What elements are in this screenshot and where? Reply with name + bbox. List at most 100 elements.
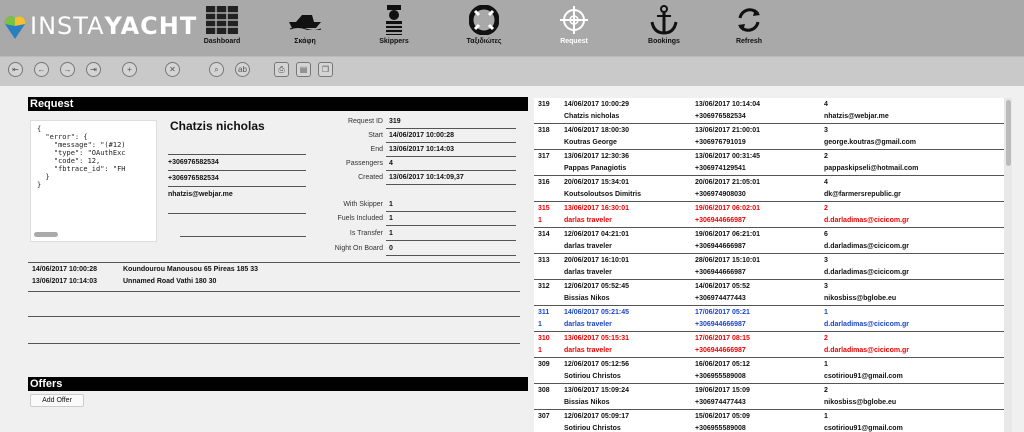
search-icon[interactable]: ⌕	[209, 62, 224, 77]
customer-email: nhatzis@webjar.me	[168, 191, 233, 198]
list-row[interactable]: 317 13/06/2017 12:30:36 Pappas Panagiotis 1…	[534, 150, 1004, 176]
nav-refresh[interactable]: Refresh	[714, 4, 784, 54]
row-id: 312	[538, 283, 550, 290]
first-record-icon[interactable]: ⇤	[8, 62, 23, 77]
last-record-icon[interactable]: ⇥	[86, 62, 101, 77]
print-icon[interactable]: ⎙	[274, 62, 289, 77]
list-row[interactable]: 319 14/06/2017 10:00:29 Chatzis nicholas 13…	[534, 98, 1004, 124]
list-row[interactable]: 309 12/06/2017 05:12:56 Sotiriou Christos 1…	[534, 358, 1004, 384]
address-text: Unnamed Road Vathi 180 30	[123, 278, 217, 285]
row-passengers: 6	[824, 231, 828, 238]
row-end-date: 28/06/2017 15:10:01	[695, 257, 760, 264]
row-name: Bissias Nikos	[564, 295, 610, 302]
row-phone: +306974477443	[695, 399, 746, 406]
row-passengers: 3	[824, 257, 828, 264]
nav-dashboard-grid[interactable]: Dashboard	[187, 4, 257, 54]
row-phone: +306944666987	[695, 217, 746, 224]
cancel-icon[interactable]: ✕	[165, 62, 180, 77]
field-label: Created	[358, 174, 383, 181]
list-row[interactable]: 318 14/06/2017 18:00:30 Koutras George 13/0…	[534, 124, 1004, 150]
field-value[interactable]: 1	[389, 215, 393, 222]
new-record-icon[interactable]: +	[122, 62, 137, 77]
row-phone: +306976791019	[695, 139, 746, 146]
address-divider	[28, 262, 520, 263]
json-response-box[interactable]: { "error": { "message": "(#12) "type": "…	[30, 120, 157, 242]
address-divider	[28, 343, 520, 344]
row-id: 319	[538, 101, 550, 108]
row-id: 316	[538, 179, 550, 186]
row-name: Koutras George	[564, 139, 617, 146]
field-label: Night On Board	[334, 245, 383, 252]
row-id: 318	[538, 127, 550, 134]
field-value[interactable]: 13/06/2017 10:14:03	[389, 146, 454, 153]
field-value[interactable]: 319	[389, 118, 401, 125]
divider	[168, 170, 306, 171]
address-date: 14/06/2017 10:00:28	[32, 266, 97, 273]
list-scrollbar-thumb[interactable]	[1006, 100, 1011, 166]
divider	[168, 213, 306, 214]
add-offer-button[interactable]: Add Offer	[30, 394, 84, 407]
nav-speedboat[interactable]: Σκάφη	[270, 4, 340, 54]
row-end-date: 19/06/2017 15:09	[695, 387, 750, 394]
customer-name: Chatzis nicholas	[170, 119, 265, 133]
row-end-date: 19/06/2017 06:02:01	[695, 205, 760, 212]
next-record-icon[interactable]: →	[60, 62, 75, 77]
row-passengers: 1	[824, 413, 828, 420]
list-row[interactable]: 312 12/06/2017 05:52:45 Bissias Nikos 14/06…	[534, 280, 1004, 306]
row-email: nhatzis@webjar.me	[824, 113, 889, 120]
row-name: darlas traveler	[564, 269, 612, 276]
row-passengers: 4	[824, 101, 828, 108]
row-flag: 1	[538, 347, 542, 354]
row-phone: +306976582534	[695, 113, 746, 120]
logo-text: INSTAYACHT	[30, 12, 198, 40]
field-value[interactable]: 1	[389, 230, 393, 237]
list-row[interactable]: 311 14/06/2017 05:21:45 darlas traveler 17/…	[534, 306, 1004, 332]
row-passengers: 2	[824, 387, 828, 394]
row-passengers: 1	[824, 309, 828, 316]
row-end-date: 16/06/2017 05:12	[695, 361, 750, 368]
nav-anchor[interactable]: Bookings	[629, 4, 699, 54]
field-value[interactable]: 1	[389, 201, 393, 208]
refresh-icon	[734, 4, 764, 36]
field-value[interactable]: 0	[389, 245, 393, 252]
list-row[interactable]: 316 20/06/2017 15:34:01 Koutsoloutsos Dimi…	[534, 176, 1004, 202]
nav-label: Request	[560, 38, 588, 45]
list-row[interactable]: 315 13/06/2017 16:30:01 darlas traveler 19/…	[534, 202, 1004, 228]
field-value[interactable]: 4	[389, 160, 393, 167]
field-label: Is Transfer	[349, 230, 383, 237]
nav-label: Σκάφη	[294, 38, 316, 45]
address-text: Koundourou Manousou 65 Pireas 185 33	[123, 266, 258, 273]
nav-lifebuoy[interactable]: Ταξιδιώτες	[449, 4, 519, 54]
nav-label: Dashboard	[203, 38, 241, 45]
app-logo[interactable]: INSTAYACHT	[4, 8, 197, 44]
row-end-date: 17/06/2017 05:21	[695, 309, 750, 316]
row-name: Koutsoloutsos Dimitris	[564, 191, 642, 198]
row-email: d.darladimas@cicicom.gr	[824, 347, 910, 354]
copy-icon[interactable]: ❐	[318, 62, 333, 77]
row-passengers: 1	[824, 361, 828, 368]
row-end-date: 17/06/2017 08:15	[695, 335, 750, 342]
list-row[interactable]: 313 20/06/2017 16:10:01 darlas traveler 28/…	[534, 254, 1004, 280]
row-end-date: 20/06/2017 21:05:01	[695, 179, 760, 186]
row-start-date: 14/06/2017 18:00:30	[564, 127, 629, 134]
json-scrollbar[interactable]	[34, 232, 58, 237]
row-name: darlas traveler	[564, 321, 612, 328]
row-email: nikosbiss@bglobe.eu	[824, 295, 897, 302]
nav-skipper[interactable]: Skippers	[359, 4, 429, 54]
row-id: 310	[538, 335, 550, 342]
nav-label: Ταξιδιώτες	[466, 38, 502, 45]
previous-record-icon[interactable]: ←	[34, 62, 49, 77]
row-id: 311	[538, 309, 550, 316]
list-row[interactable]: 307 12/06/2017 05:09:17 Sotiriou Christos 1…	[534, 410, 1004, 432]
field-value[interactable]: 13/06/2017 10:14:09,37	[389, 174, 464, 181]
anchor-icon	[649, 4, 679, 36]
row-email: csotiriou91@gmail.com	[824, 373, 903, 380]
export-icon[interactable]: ▤	[296, 62, 311, 77]
nav-compass[interactable]: Request	[539, 4, 609, 54]
list-row[interactable]: 310 13/06/2017 05:15:31 darlas traveler 17/…	[534, 332, 1004, 358]
list-row[interactable]: 308 13/06/2017 15:09:24 Bissias Nikos 19/06…	[534, 384, 1004, 410]
find-replace-icon[interactable]: ab	[235, 62, 250, 77]
row-flag: 1	[538, 217, 542, 224]
field-value[interactable]: 14/06/2017 10:00:28	[389, 132, 454, 139]
list-row[interactable]: 314 12/06/2017 04:21:01 darlas traveler 19/…	[534, 228, 1004, 254]
